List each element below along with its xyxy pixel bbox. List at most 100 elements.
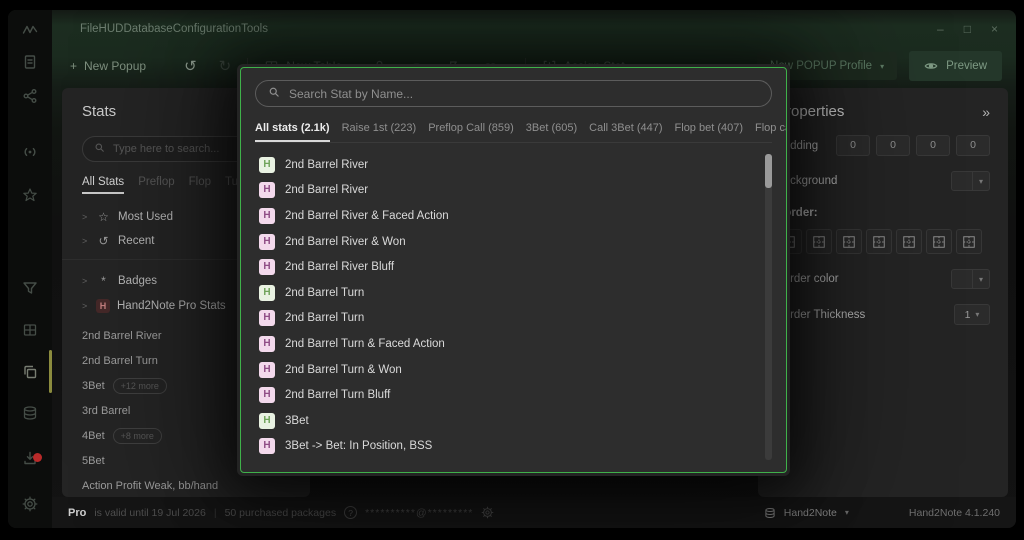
stat-list: H 2nd Barrel River H 2nd Barrel River H …: [255, 152, 772, 464]
stats-tab[interactable]: All Stats: [82, 176, 124, 194]
database-icon[interactable]: [22, 405, 38, 421]
stat-category-tab[interactable]: Flop bet (407): [675, 122, 743, 142]
tree-item-label: Most Used: [118, 211, 173, 223]
stat-list-item[interactable]: H 2nd Barrel Turn & Faced Action: [255, 331, 758, 357]
stat-list-item[interactable]: H 3Bet -> Bet: In Position, BSS: [255, 434, 758, 460]
menu-item[interactable]: Configuration: [173, 23, 241, 35]
stat-search-placeholder: Search Stat by Name...: [289, 87, 413, 101]
scrollbar-track[interactable]: [765, 154, 772, 460]
border-thickness-dropdown[interactable]: 1 ▾: [954, 304, 990, 325]
tree-item-label: Badges: [118, 275, 157, 287]
stats-item-label: 2nd Barrel Turn: [82, 355, 158, 367]
broadcast-icon[interactable]: [22, 144, 38, 160]
stats-item-label: Action Profit Weak, bb/hand: [82, 480, 218, 492]
padding-input[interactable]: 0: [836, 135, 870, 156]
border-mixed-button[interactable]: [956, 229, 982, 254]
chevron-right-icon: >: [82, 276, 89, 286]
scrollbar-thumb[interactable]: [765, 154, 772, 188]
filter-icon[interactable]: [22, 280, 38, 296]
stat-category-tab[interactable]: Raise 1st (223): [342, 122, 417, 142]
chevron-right-icon: >: [82, 236, 89, 246]
menu-item[interactable]: Database: [123, 23, 172, 35]
stats-item-label: 3Bet: [82, 380, 105, 392]
stat-list-item[interactable]: H 2nd Barrel River Bluff: [255, 254, 758, 280]
app-window: FileHUDDatabaseConfigurationTools – □ × …: [8, 10, 1016, 528]
share-icon[interactable]: [22, 88, 38, 104]
stat-type-badge: H: [259, 259, 275, 275]
collapse-panel-icon[interactable]: »: [982, 104, 990, 120]
stat-category-tabs: All stats (2.1k) Raise 1st (223) Preflop C…: [255, 122, 772, 143]
stat-list-item[interactable]: H 2nd Barrel River & Won: [255, 229, 758, 255]
account-settings-icon[interactable]: [481, 506, 494, 519]
border-columns-button[interactable]: [926, 229, 952, 254]
minimize-button[interactable]: –: [937, 22, 944, 36]
stat-label: 2nd Barrel Turn & Won: [285, 364, 402, 376]
preview-button[interactable]: Preview: [909, 51, 1002, 81]
stat-label: 2nd Barrel Turn Bluff: [285, 389, 390, 401]
account-email: **********@*********: [365, 507, 473, 519]
stat-list-item[interactable]: H 2nd Barrel Turn & Won: [255, 357, 758, 383]
stats-list-item[interactable]: Action Profit Weak, bb/hand: [62, 473, 310, 497]
stats-item-label: 3rd Barrel: [82, 405, 130, 417]
app-version: Hand2Note 4.1.240: [909, 507, 1000, 519]
stat-list-item[interactable]: H 2nd Barrel Turn: [255, 280, 758, 306]
border-style-buttons: [776, 229, 990, 254]
chevron-down-icon: ▾: [880, 62, 884, 71]
menu-item[interactable]: HUD: [99, 23, 124, 35]
help-icon[interactable]: ?: [344, 506, 357, 519]
stat-search-input[interactable]: Search Stat by Name...: [255, 80, 772, 107]
stat-category-tab[interactable]: 3Bet (605): [526, 122, 577, 142]
border-inner-vertical-button[interactable]: [866, 229, 892, 254]
search-icon: [94, 142, 105, 156]
stat-list-item[interactable]: H 2nd Barrel Turn: [255, 306, 758, 332]
copy-icon[interactable]: [22, 364, 38, 380]
packages-label[interactable]: 50 purchased packages: [225, 507, 337, 519]
undo-button[interactable]: ↺: [184, 57, 197, 75]
stat-label: 2nd Barrel River & Won: [285, 236, 406, 248]
active-rail-indicator: [49, 350, 52, 393]
star-icon[interactable]: [22, 187, 38, 203]
border-rows-button[interactable]: [896, 229, 922, 254]
chevron-right-icon: >: [82, 301, 89, 311]
border-all-button[interactable]: [836, 229, 862, 254]
stats-tab[interactable]: Preflop: [138, 176, 174, 194]
padding-input[interactable]: 0: [956, 135, 990, 156]
close-button[interactable]: ×: [991, 22, 998, 36]
border-cross-button[interactable]: [806, 229, 832, 254]
eye-icon: [924, 59, 938, 73]
stat-category-tab[interactable]: All stats (2.1k): [255, 122, 330, 142]
new-popup-button[interactable]: + New Popup: [70, 59, 146, 73]
stat-category-tab[interactable]: Flop call (414): [755, 122, 787, 142]
menu-item[interactable]: File: [80, 23, 99, 35]
menu-item[interactable]: Tools: [241, 23, 268, 35]
stat-list-item[interactable]: H 2nd Barrel River & Faced Action: [255, 203, 758, 229]
license-badge: Pro: [68, 507, 86, 519]
border-label: Border:: [776, 207, 990, 219]
stat-list-item[interactable]: H 3Bet: [255, 408, 758, 434]
border-color-dropdown[interactable]: ▾: [951, 269, 990, 289]
stat-list-item[interactable]: H 2nd Barrel Turn Bluff: [255, 382, 758, 408]
padding-input[interactable]: 0: [916, 135, 950, 156]
activity-icon[interactable]: [22, 22, 38, 38]
document-icon[interactable]: [22, 54, 38, 70]
search-icon: [268, 86, 280, 101]
padding-input[interactable]: 0: [876, 135, 910, 156]
color-swatch: [951, 171, 973, 191]
status-bar: Pro is valid until 19 Jul 2026 | 50 purc…: [52, 497, 1016, 528]
maximize-button[interactable]: □: [964, 22, 971, 36]
background-color-dropdown[interactable]: ▾: [951, 171, 990, 191]
stat-list-item[interactable]: H 2nd Barrel River: [255, 152, 758, 178]
stats-tab[interactable]: Flop: [189, 176, 211, 194]
chevron-down-icon: ▾: [973, 269, 990, 289]
redo-button[interactable]: ↻: [219, 57, 232, 75]
stats-item-label: 5Bet: [82, 455, 105, 467]
stat-list-item[interactable]: H 2nd Barrel River: [255, 178, 758, 204]
tree-item-label: Hand2Note Pro Stats: [117, 300, 226, 312]
settings-gear-icon[interactable]: [22, 496, 38, 512]
stat-category-tab[interactable]: Preflop Call (859): [428, 122, 514, 142]
stat-label: 2nd Barrel Turn: [285, 312, 364, 324]
stat-label: 3Bet: [285, 415, 309, 427]
stat-category-tab[interactable]: Call 3Bet (447): [589, 122, 662, 142]
database-selector[interactable]: Hand2Note: [784, 507, 837, 519]
table-icon[interactable]: [22, 322, 38, 338]
